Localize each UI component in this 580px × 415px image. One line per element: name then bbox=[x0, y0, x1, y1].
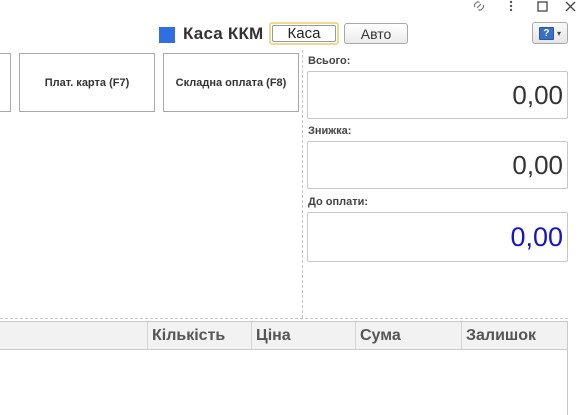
column-header-price[interactable]: Ціна bbox=[251, 322, 355, 349]
kasa-mode-label: Каса bbox=[272, 25, 336, 42]
chevron-down-icon: ▾ bbox=[556, 28, 561, 38]
mode-indicator bbox=[159, 27, 175, 43]
more-icon[interactable] bbox=[505, 0, 517, 12]
help-button[interactable]: ? ▾ bbox=[532, 22, 568, 44]
discount-field[interactable]: 0,00 bbox=[307, 141, 568, 189]
maximize-icon[interactable] bbox=[535, 0, 549, 12]
due-field: 0,00 bbox=[307, 212, 568, 262]
function-key-button-partial[interactable] bbox=[0, 53, 11, 112]
help-icon: ? bbox=[538, 26, 554, 40]
column-header-quantity[interactable]: Кількість bbox=[147, 322, 251, 349]
card-payment-button[interactable]: Плат. карта (F7) bbox=[19, 53, 155, 112]
divider bbox=[302, 50, 303, 318]
column-header-balance[interactable]: Залишок bbox=[461, 322, 567, 349]
divider bbox=[0, 318, 568, 319]
column-header-sum[interactable]: Сума bbox=[355, 322, 461, 349]
link-icon[interactable] bbox=[470, 0, 488, 12]
total-label: Всього: bbox=[308, 55, 351, 67]
kasa-mode-button[interactable]: Каса bbox=[269, 22, 339, 45]
auto-mode-button[interactable]: Авто bbox=[344, 23, 408, 44]
mixed-payment-button[interactable]: Складна оплата (F8) bbox=[163, 53, 299, 112]
page-title: Каса ККМ bbox=[183, 24, 264, 43]
due-label: До оплати: bbox=[308, 196, 369, 208]
table-header: Кількість Ціна Сума Залишок bbox=[0, 321, 568, 350]
discount-label: Знижка: bbox=[308, 125, 352, 137]
close-icon[interactable] bbox=[563, 0, 577, 12]
table-border bbox=[567, 321, 568, 415]
total-field: 0,00 bbox=[307, 71, 568, 119]
